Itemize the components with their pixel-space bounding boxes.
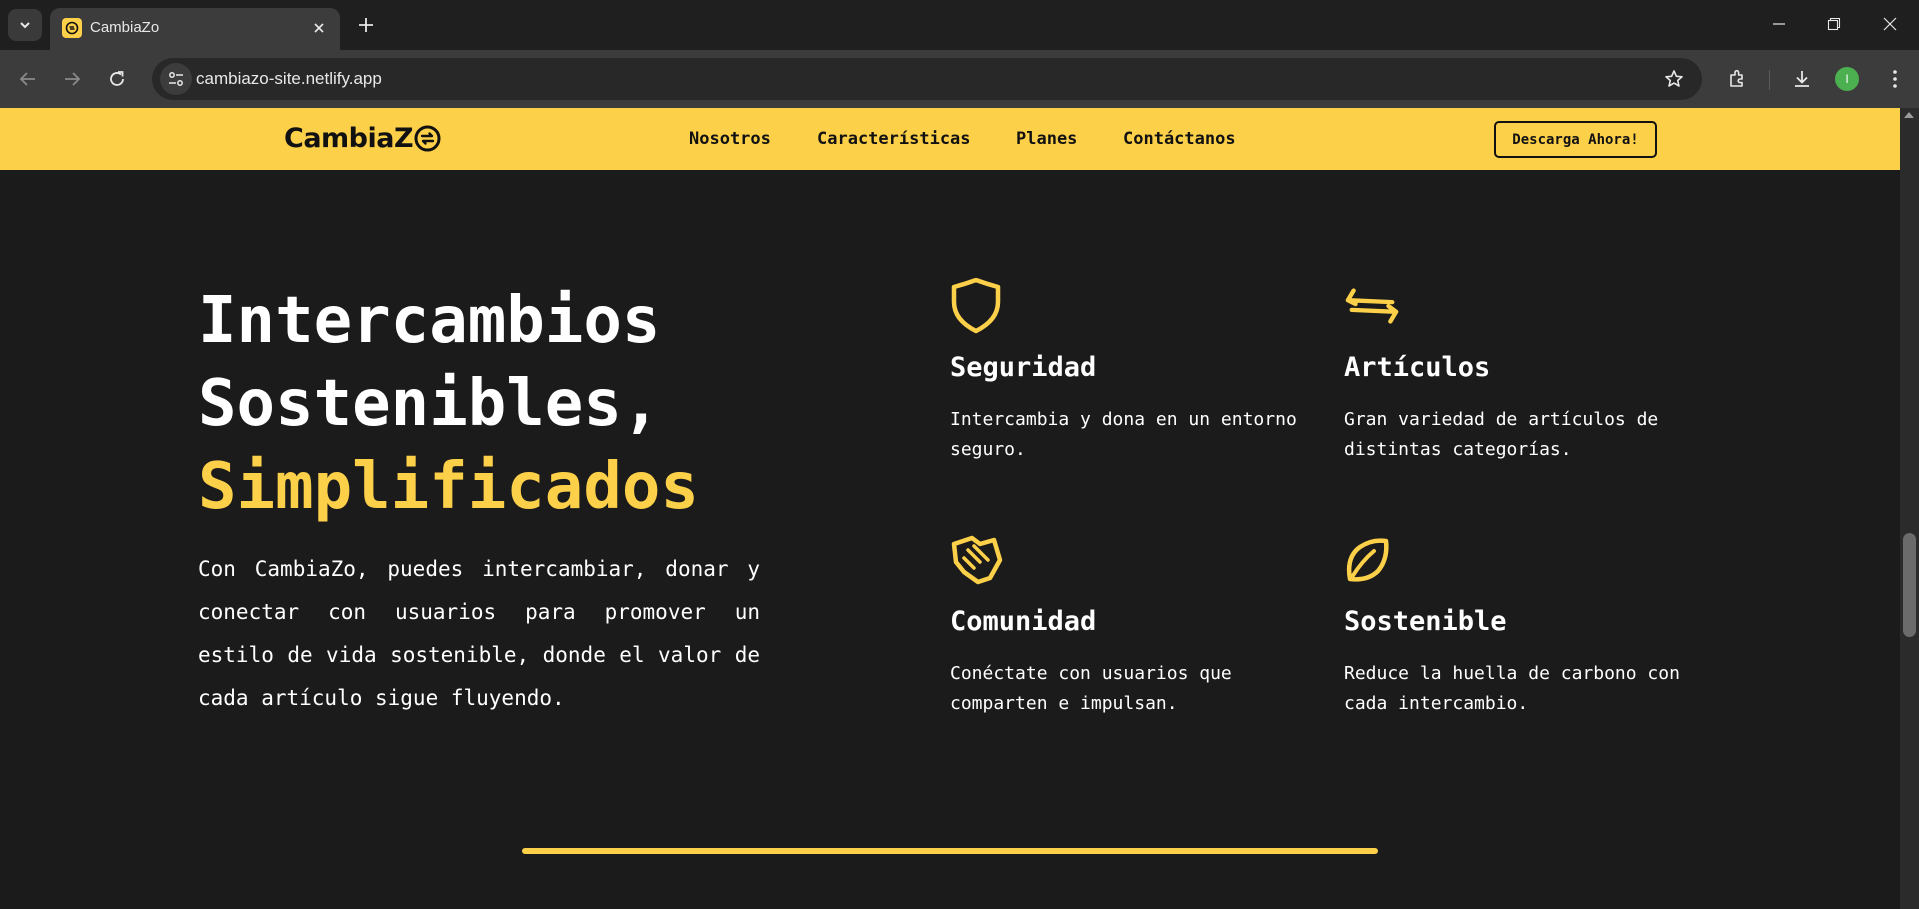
reload-icon[interactable] (101, 63, 133, 95)
close-window-icon[interactable] (1862, 0, 1918, 48)
feature-text: Conéctate con usuarios que comparten e i… (950, 663, 1232, 714)
favicon-icon (62, 18, 82, 38)
leaf-icon (1344, 532, 1400, 588)
nav-link-nosotros[interactable]: Nosotros (689, 129, 771, 149)
browser-toolbar: cambiazo-site.netlify.app I (0, 50, 1919, 108)
nav-link-planes[interactable]: Planes (1016, 129, 1077, 149)
browser-tab-bar: CambiaZo (0, 0, 1919, 50)
site-header: CambiaZ Nosotros Características Planes … (0, 108, 1900, 170)
tab-search-icon[interactable] (8, 9, 42, 41)
hero-title-line-2: Sostenibles, (198, 367, 661, 441)
hero-title-line-1: Intercambios (198, 284, 661, 358)
nav-link-contactanos[interactable]: Contáctanos (1123, 129, 1236, 149)
section-divider (522, 848, 1378, 854)
feature-text: Gran variedad de artículos de distintas … (1344, 409, 1659, 460)
download-icon[interactable] (1786, 63, 1818, 95)
feature-articulos: Artículos Gran variedad de artículos de … (1344, 278, 1714, 478)
toolbar-separator (1769, 70, 1770, 90)
feature-title: Sostenible (1344, 606, 1507, 637)
feature-text: Intercambia y dona en un entorno seguro. (950, 409, 1297, 460)
feature-title: Seguridad (950, 352, 1097, 383)
logo-exchange-icon (414, 125, 441, 152)
arrows-exchange-icon (1344, 278, 1400, 334)
close-icon[interactable] (308, 17, 330, 39)
feature-comunidad: Comunidad Conéctate con usuarios que com… (950, 532, 1320, 732)
download-now-button[interactable]: Descarga Ahora! (1494, 121, 1657, 158)
feature-sostenible: Sostenible Reduce la huella de carbono c… (1344, 532, 1714, 732)
site-logo[interactable]: CambiaZ (284, 120, 441, 156)
forward-icon[interactable] (56, 63, 88, 95)
restore-icon[interactable] (1806, 0, 1862, 48)
back-icon[interactable] (12, 63, 44, 95)
page-scrollbar[interactable] (1900, 108, 1919, 909)
page-viewport: CambiaZ Nosotros Características Planes … (0, 108, 1900, 909)
address-bar[interactable]: cambiazo-site.netlify.app (152, 58, 1702, 100)
scroll-up-arrow-icon[interactable] (1904, 112, 1914, 118)
menu-icon[interactable] (1879, 63, 1911, 95)
extensions-icon[interactable] (1721, 63, 1753, 95)
minimize-icon[interactable] (1751, 0, 1807, 48)
star-icon[interactable] (1662, 67, 1686, 91)
hero-description: Con CambiaZo, puedes intercambiar, donar… (198, 557, 760, 710)
feature-title: Artículos (1344, 352, 1491, 383)
tab-title: CambiaZo (90, 19, 160, 36)
feature-seguridad: Seguridad Intercambia y dona en un entor… (950, 278, 1320, 478)
hero-title: Intercambios Sostenibles, Simplificados (198, 280, 798, 529)
avatar[interactable]: I (1835, 67, 1859, 91)
nav-link-caracteristicas[interactable]: Características (817, 129, 971, 149)
logo-text: CambiaZ (284, 122, 414, 154)
plus-icon[interactable] (352, 11, 380, 39)
url-text[interactable]: cambiazo-site.netlify.app (196, 69, 382, 89)
scrollbar-thumb[interactable] (1903, 533, 1916, 637)
feature-title: Comunidad (950, 606, 1097, 637)
site-info-icon[interactable] (160, 63, 192, 95)
feature-text: Reduce la huella de carbono con cada int… (1344, 663, 1680, 714)
shield-icon (950, 278, 1006, 334)
browser-tab[interactable]: CambiaZo (50, 8, 340, 50)
hero-title-accent: Simplificados (198, 450, 699, 524)
handshake-icon (950, 532, 1006, 588)
